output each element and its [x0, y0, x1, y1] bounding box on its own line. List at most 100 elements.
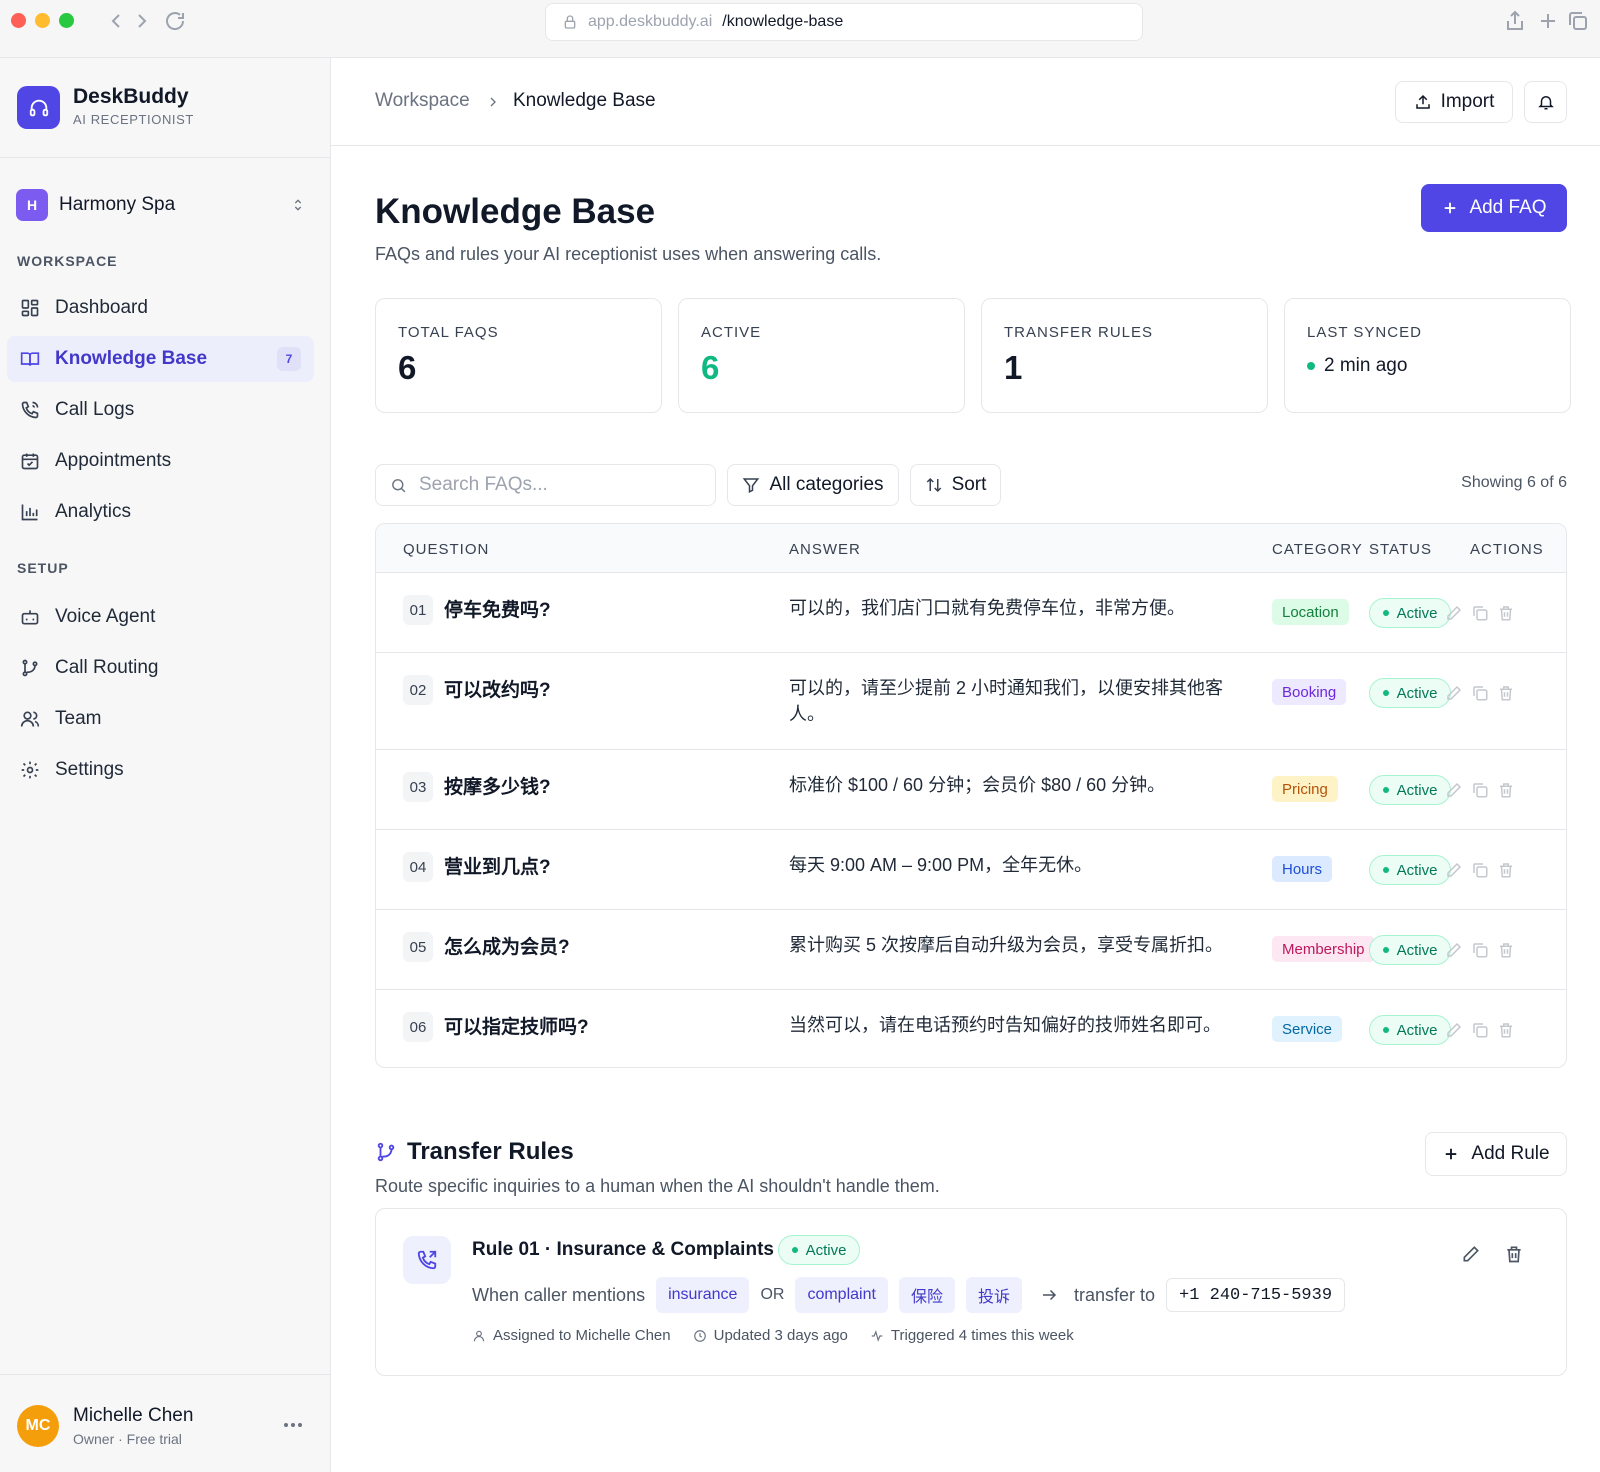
- sidebar-item-knowledge-base[interactable]: Knowledge Base 7: [7, 336, 314, 382]
- sidebar-item-voice-agent[interactable]: Voice Agent: [7, 594, 314, 640]
- sidebar-item-label: Team: [55, 708, 102, 729]
- trash-icon[interactable]: [1497, 781, 1515, 799]
- trash-icon[interactable]: [1504, 1244, 1524, 1264]
- sidebar-item-team[interactable]: Team: [7, 696, 314, 742]
- avatar: MC: [17, 1405, 59, 1447]
- edit-icon[interactable]: [1445, 781, 1463, 799]
- user-profile[interactable]: MC Michelle Chen Owner · Free trial: [0, 1374, 330, 1472]
- share-icon[interactable]: [1503, 8, 1527, 34]
- transfer-label: transfer to: [1073, 1284, 1156, 1305]
- duplicate-icon[interactable]: [1471, 684, 1489, 702]
- add-faq-label: Add FAQ: [1469, 197, 1547, 218]
- row-question: 营业到几点?: [444, 857, 551, 878]
- git-branch-icon: [377, 1142, 395, 1162]
- trash-icon[interactable]: [1497, 604, 1515, 622]
- org-switcher[interactable]: H Harmony Spa: [16, 188, 306, 222]
- add-faq-button[interactable]: Add FAQ: [1421, 184, 1567, 232]
- filter-icon: [743, 478, 760, 493]
- more-icon[interactable]: [281, 1415, 305, 1435]
- gear-icon: [21, 761, 39, 779]
- address-bar[interactable]: app.deskbuddy.ai /knowledge-base: [545, 3, 1143, 41]
- edit-icon[interactable]: [1461, 1244, 1481, 1264]
- trash-icon[interactable]: [1497, 941, 1515, 959]
- status-badge: Active: [1369, 855, 1451, 885]
- row-question: 可以改约吗?: [444, 680, 551, 701]
- new-tab-icon[interactable]: [1536, 8, 1560, 34]
- trash-icon[interactable]: [1497, 861, 1515, 879]
- category-badge: Location: [1272, 599, 1349, 625]
- duplicate-icon[interactable]: [1471, 861, 1489, 879]
- table-row[interactable]: 02 可以改约吗? 可以的，请至少提前 2 小时通知我们，以便安排其他客人。 B…: [376, 653, 1566, 750]
- edit-icon[interactable]: [1445, 1021, 1463, 1039]
- transfer-phone: +1 240-715-5939: [1166, 1278, 1346, 1312]
- keyword-chip[interactable]: 投诉: [965, 1277, 1022, 1313]
- close-window-button[interactable]: [11, 13, 26, 28]
- sidebar-item-label: Voice Agent: [55, 606, 156, 627]
- table-row[interactable]: 06 可以指定技师吗? 当然可以，请在电话预约时告知偏好的技师姓名即可。 Ser…: [376, 990, 1566, 1067]
- stat-card-last-synced: LAST SYNCED 2 min ago: [1284, 298, 1571, 413]
- edit-icon[interactable]: [1445, 604, 1463, 622]
- user-icon: [473, 1330, 485, 1341]
- minimize-window-button[interactable]: [35, 13, 50, 28]
- sidebar-item-appointments[interactable]: Appointments: [7, 438, 314, 484]
- reload-icon[interactable]: [163, 8, 187, 34]
- stat-card-total-faqs: TOTAL FAQS 6: [375, 298, 662, 413]
- sidebar-item-label: Call Routing: [55, 657, 159, 678]
- keyword-chip[interactable]: complaint: [795, 1277, 888, 1313]
- import-button[interactable]: Import: [1395, 81, 1513, 123]
- rule-meta: Assigned to Michelle Chen Updated 3 days…: [472, 1327, 1096, 1344]
- trash-icon[interactable]: [1497, 1021, 1515, 1039]
- forward-icon[interactable]: [130, 8, 154, 34]
- status-badge: Active: [1369, 678, 1451, 708]
- sort-button[interactable]: Sort: [910, 464, 1001, 506]
- category-badge: Hours: [1272, 856, 1333, 882]
- transfer-rule-card: Rule 01 · Insurance & Complaints Active …: [375, 1208, 1567, 1376]
- search-box: [375, 464, 716, 506]
- sidebar-item-analytics[interactable]: Analytics: [7, 489, 314, 535]
- table-row[interactable]: 03 按摩多少钱? 标准价 $100 / 60 分钟；会员价 $80 / 60 …: [376, 750, 1566, 830]
- back-icon[interactable]: [104, 8, 128, 34]
- duplicate-icon[interactable]: [1471, 1021, 1489, 1039]
- count-badge: 7: [277, 347, 301, 371]
- keyword-chip[interactable]: insurance: [656, 1277, 750, 1313]
- sidebar-item-call-logs[interactable]: Call Logs: [7, 387, 314, 433]
- import-label: Import: [1440, 91, 1495, 112]
- table-row[interactable]: 05 怎么成为会员? 累计购买 5 次按摩后自动升级为会员，享受专属折扣。 Me…: [376, 910, 1566, 990]
- tabs-overview-icon[interactable]: [1566, 8, 1590, 34]
- add-rule-button[interactable]: Add Rule: [1425, 1132, 1567, 1176]
- category-badge: Booking: [1272, 679, 1347, 705]
- arrow-right-icon: [1042, 1289, 1057, 1301]
- duplicate-icon[interactable]: [1471, 941, 1489, 959]
- edit-icon[interactable]: [1445, 684, 1463, 702]
- row-question: 停车免费吗?: [444, 600, 551, 621]
- row-question: 可以指定技师吗?: [444, 1017, 589, 1038]
- transfer-rules-subtitle: Route specific inquiries to a human when…: [375, 1176, 940, 1196]
- table-row[interactable]: 04 营业到几点? 每天 9:00 AM – 9:00 PM，全年无休。 Hou…: [376, 830, 1566, 910]
- column-header-status: STATUS: [1369, 541, 1432, 558]
- edit-icon[interactable]: [1445, 941, 1463, 959]
- git-branch-icon: [22, 659, 38, 677]
- maximize-window-button[interactable]: [59, 13, 74, 28]
- sidebar-item-settings[interactable]: Settings: [7, 747, 314, 793]
- notifications-button[interactable]: [1524, 81, 1567, 123]
- search-input[interactable]: [419, 474, 699, 496]
- status-badge: Active: [1369, 775, 1451, 805]
- duplicate-icon[interactable]: [1471, 604, 1489, 622]
- keyword-chip[interactable]: 保险: [898, 1277, 955, 1313]
- org-name: Harmony Spa: [59, 194, 176, 215]
- duplicate-icon[interactable]: [1471, 781, 1489, 799]
- stat-label: LAST SYNCED: [1307, 324, 1422, 341]
- breadcrumb-workspace[interactable]: Workspace: [375, 90, 470, 112]
- sidebar-item-dashboard[interactable]: Dashboard: [7, 285, 314, 331]
- stat-value: 2 min ago: [1324, 355, 1408, 376]
- edit-icon[interactable]: [1445, 861, 1463, 879]
- table-row[interactable]: 01 停车免费吗? 可以的，我们店门口就有免费停车位，非常方便。 Locatio…: [376, 573, 1566, 653]
- row-answer: 标准价 $100 / 60 分钟；会员价 $80 / 60 分钟。: [789, 775, 1166, 795]
- sidebar-item-call-routing[interactable]: Call Routing: [7, 645, 314, 691]
- brand-name: DeskBuddy: [73, 85, 189, 108]
- stat-card-transfer-rules: TRANSFER RULES 1: [981, 298, 1268, 413]
- search-icon: [392, 478, 406, 492]
- category-filter-button[interactable]: All categories: [727, 464, 899, 506]
- trash-icon[interactable]: [1497, 684, 1515, 702]
- breadcrumb-current: Knowledge Base: [513, 90, 656, 111]
